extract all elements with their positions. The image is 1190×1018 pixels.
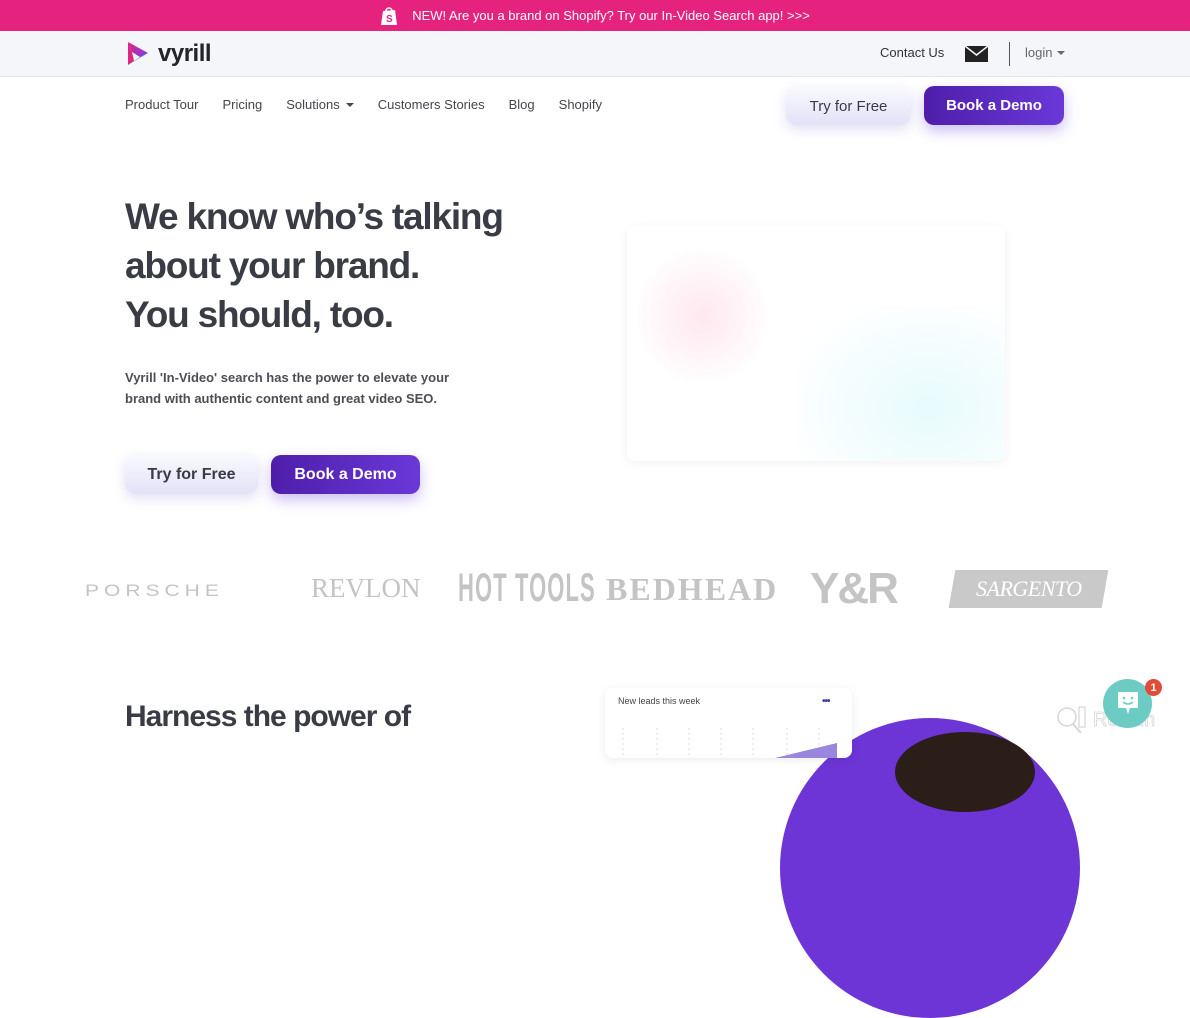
login-label: login: [1025, 45, 1053, 60]
nav-label: Blog: [508, 97, 535, 112]
hero-book-demo-button[interactable]: Book a Demo: [271, 455, 420, 494]
top-bar: vyrill Contact Us login: [0, 31, 1190, 77]
nav-label: Solutions: [286, 97, 340, 112]
main-nav: Product Tour Pricing Solutions Customers…: [125, 97, 602, 112]
chevron-down-icon: [1057, 50, 1066, 55]
hero-title-line: You should, too.: [125, 294, 394, 335]
svg-text:S: S: [386, 14, 393, 25]
brand-logo-yr: Y&R: [810, 564, 899, 613]
revain-logo-icon: [1057, 706, 1086, 734]
nav-book-demo-button[interactable]: Book a Demo: [924, 86, 1064, 125]
shopify-bag-icon: S: [380, 5, 398, 26]
contact-us-link[interactable]: Contact Us: [880, 45, 944, 60]
section-title: Harness the power of: [125, 700, 411, 733]
brand-logo-text: SARGENTO: [975, 576, 1082, 601]
nav-item-pricing[interactable]: Pricing: [222, 97, 262, 112]
nav-label: Shopify: [558, 97, 603, 112]
nav-item-blog[interactable]: Blog: [509, 97, 535, 112]
chat-smiley-icon: [1117, 691, 1138, 714]
announcement-bar[interactable]: S NEW! Are you a brand on Shopify? Try o…: [0, 0, 1190, 31]
brand-logo-bedhead: BEDHEAD: [606, 571, 779, 607]
login-dropdown[interactable]: login: [1025, 45, 1066, 60]
nav-item-shopify[interactable]: Shopify: [559, 97, 602, 112]
decorative-blob: [637, 246, 767, 386]
vyrill-logo[interactable]: vyrill: [124, 39, 212, 69]
nav-label: Pricing: [222, 97, 263, 112]
nav-label: Customers Stories: [377, 97, 485, 112]
nav-label: Product Tour: [125, 97, 199, 112]
hero-title: We know who’s talking about your brand. …: [125, 192, 545, 339]
hero-try-free-button[interactable]: Try for Free: [125, 455, 258, 494]
vyrill-logo-icon: [128, 42, 148, 65]
new-leads-card: New leads this week •••: [605, 688, 852, 758]
hero-title-line: We know who’s talking: [125, 196, 504, 237]
nav-item-solutions[interactable]: Solutions: [286, 97, 354, 112]
leads-mini-chart: [622, 728, 837, 758]
divider: [1009, 42, 1010, 66]
notification-badge: 1: [1145, 679, 1162, 696]
person-image: [895, 732, 1035, 812]
decorative-blob: [797, 306, 1005, 461]
nav-item-product-tour[interactable]: Product Tour: [125, 97, 198, 112]
hero-description: Vyrill 'In-Video' search has the power t…: [125, 370, 450, 406]
hero-video-card[interactable]: [627, 226, 1005, 461]
envelope-icon[interactable]: [964, 45, 989, 62]
nav-try-free-button[interactable]: Try for Free: [786, 87, 911, 125]
brand-logos-row: PORSCHE REVLON HOT TOOLS BEDHEAD Y&R SAR…: [0, 560, 1190, 620]
brand-logo-hot-tools: HOT TOOLS: [458, 566, 596, 610]
hero-title-line: about your brand.: [125, 245, 420, 286]
nav-item-customers-stories[interactable]: Customers Stories: [378, 97, 485, 112]
brand-logo-revlon: REVLON: [311, 573, 421, 603]
brand-logo-porsche: PORSCHE: [85, 581, 224, 600]
chevron-down-icon: [345, 102, 354, 107]
announcement-text[interactable]: NEW! Are you a brand on Shopify? Try our…: [412, 8, 810, 23]
logo-text: vyrill: [158, 40, 212, 67]
brand-logo-sargento: SARGENTO: [948, 570, 1109, 608]
